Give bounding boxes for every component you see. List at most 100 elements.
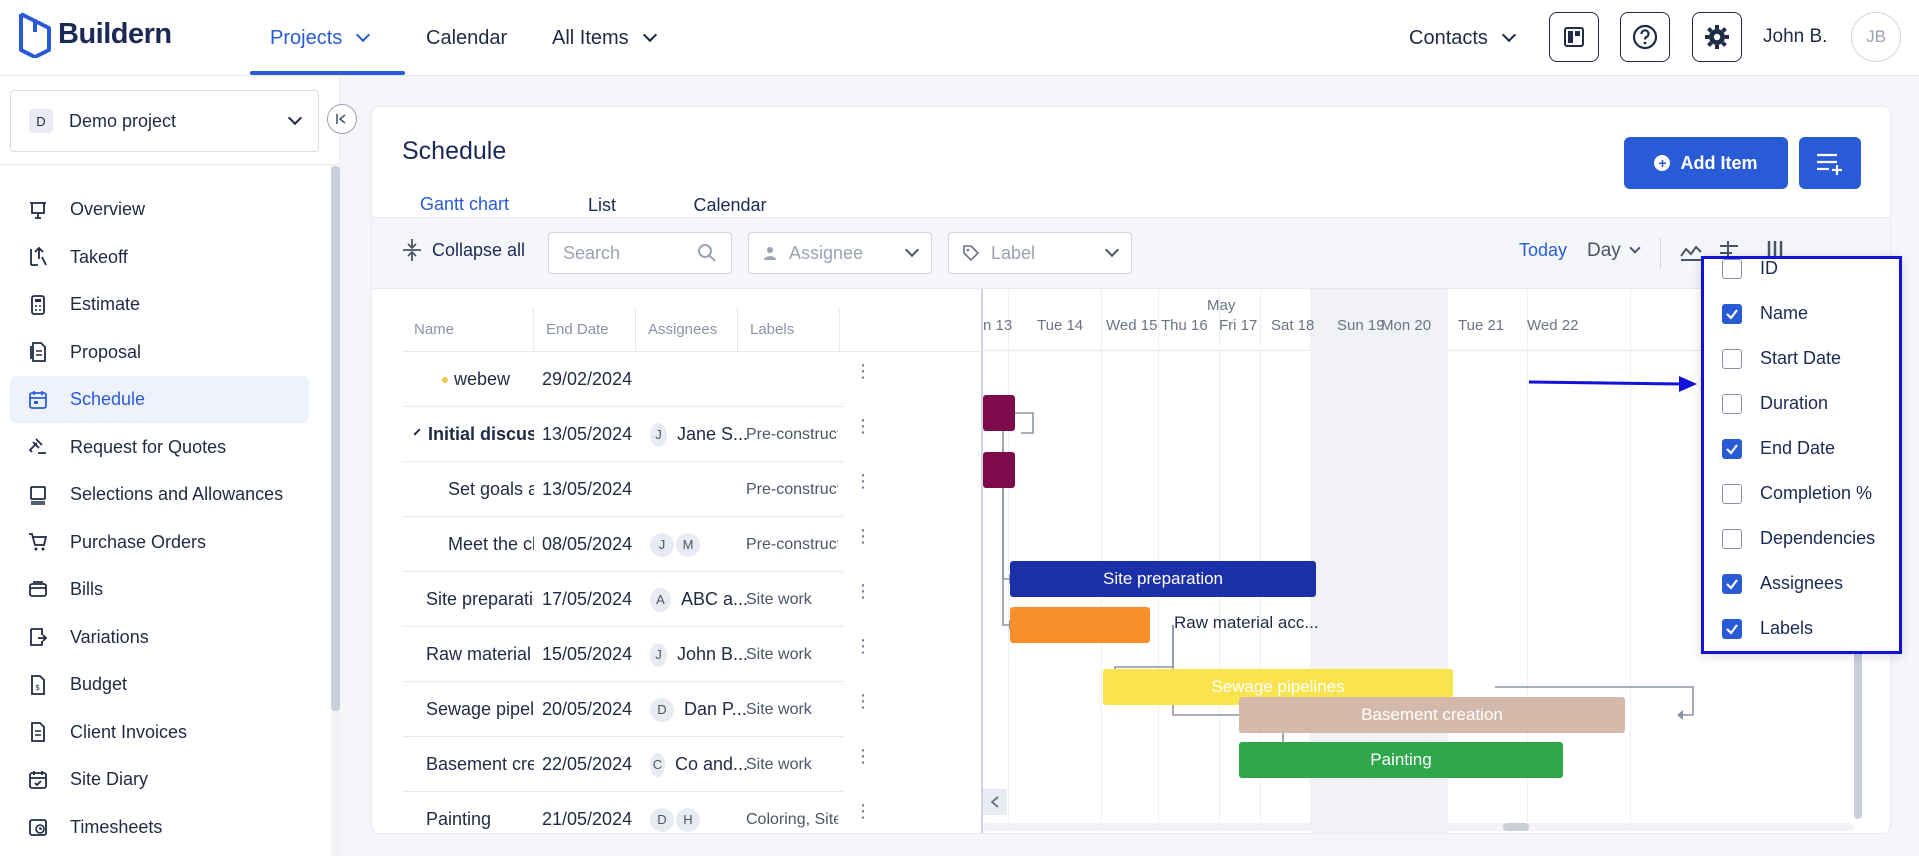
checkbox-unchecked-icon[interactable] (1722, 348, 1742, 369)
checkbox-unchecked-icon[interactable] (1722, 259, 1742, 279)
sidebar-item-schedule[interactable]: Schedule (10, 376, 309, 423)
settings-button[interactable] (1692, 12, 1742, 62)
task-name-text: Meet the cli... (448, 534, 534, 554)
checkbox-checked-icon[interactable] (1722, 573, 1742, 594)
task-name[interactable]: Set goals a... (442, 462, 534, 517)
task-name[interactable]: webew (442, 352, 534, 407)
nav-calendar[interactable]: Calendar (426, 0, 507, 76)
task-name[interactable]: Site preparation (426, 572, 534, 627)
search-input[interactable]: Search (548, 232, 732, 274)
task-name[interactable]: Meet the cli... (442, 517, 534, 572)
baseline-icon[interactable] (1680, 244, 1702, 262)
project-selector[interactable]: D Demo project (10, 90, 319, 152)
collapse-all-button[interactable]: Collapse all (402, 238, 525, 262)
task-name-text: Initial discussi... (428, 424, 534, 444)
checkbox-checked-icon[interactable] (1722, 438, 1742, 459)
column-option-labels[interactable]: Labels (1722, 618, 1813, 639)
sidebar-item-overview[interactable]: Overview (10, 186, 309, 233)
column-header-end-date[interactable]: End Date (534, 307, 636, 351)
checkbox-unchecked-icon[interactable] (1722, 528, 1742, 549)
column-option-assignees[interactable]: Assignees (1722, 573, 1843, 594)
cart-icon (28, 532, 48, 552)
table-row[interactable]: Meet the cli...08/05/2024JMPre-construct… (402, 517, 872, 572)
gantt-horizontal-scroll-thumb[interactable] (1503, 823, 1529, 831)
user-name[interactable]: John B. (1763, 26, 1827, 48)
column-option-completion[interactable]: Completion % (1722, 483, 1872, 504)
table-row[interactable]: Sewage pipeli... 20/05/2024 D Dan P...Site … (402, 682, 872, 737)
sidebar-item-label: Site Diary (70, 769, 149, 789)
chevron-down-icon[interactable] (414, 428, 421, 436)
checkbox-checked-icon[interactable] (1722, 618, 1742, 639)
column-option-label: Dependencies (1760, 528, 1876, 548)
help-button[interactable] (1620, 12, 1670, 62)
app-logo[interactable]: Buildern (18, 8, 172, 60)
task-labels: Site work (746, 590, 812, 608)
column-option-start-date[interactable]: Start Date (1722, 348, 1841, 369)
task-end-date: 08/05/2024 (542, 534, 633, 554)
gantt-bar[interactable] (1010, 607, 1150, 643)
add-list-button[interactable] (1799, 137, 1861, 189)
sidebar-item-estimate[interactable]: Estimate (10, 281, 309, 328)
table-row[interactable]: Initial discussi... 13/05/2024 J Jane S...P… (402, 407, 872, 462)
sidebar-item-selections-and-allowances[interactable]: Selections and Allowances (10, 471, 309, 518)
task-name[interactable]: Painting (426, 792, 534, 833)
add-item-button[interactable]: + Add Item (1624, 137, 1788, 189)
sidebar-item-budget[interactable]: $ Budget (10, 661, 309, 708)
checkbox-unchecked-icon[interactable] (1722, 483, 1742, 504)
gantt-bar[interactable]: Site preparation (1010, 561, 1316, 597)
sidebar-item-client-invoices[interactable]: Client Invoices (10, 709, 309, 756)
column-header-assignees[interactable]: Assignees (636, 307, 738, 351)
tag-icon (963, 245, 979, 261)
today-button[interactable]: Today (1519, 240, 1567, 261)
gantt-bar[interactable]: Basement creation (1239, 697, 1625, 733)
column-header-labels[interactable]: Labels (738, 307, 840, 351)
task-name-text: Set goals a... (448, 479, 534, 499)
sidebar-item-takeoff[interactable]: Takeoff (10, 234, 309, 281)
nav-all-items[interactable]: All Items (552, 0, 657, 76)
task-assignees: J Jane S... (650, 407, 748, 462)
table-row[interactable]: Basement cre... 22/05/2024 C Co and...Site … (402, 737, 872, 792)
assignee-placeholder: Assignee (789, 242, 864, 263)
sidebar-item-site-diary[interactable]: Site Diary (10, 756, 309, 803)
avatar[interactable]: JB (1851, 12, 1901, 62)
sidebar: D Demo project Overview Takeoff Estimate Pr… (0, 76, 340, 856)
chevron-down-icon (904, 242, 920, 258)
gantt-scroll-left-button[interactable] (983, 789, 1007, 815)
table-row[interactable]: Site preparation 17/05/2024 A ABC a...Site … (402, 572, 872, 627)
checkbox-checked-icon[interactable] (1722, 303, 1742, 324)
view-scale-select[interactable]: Day (1587, 240, 1641, 262)
sidebar-item-timesheets[interactable]: Timesheets (10, 804, 309, 851)
sidebar-item-purchase-orders[interactable]: Purchase Orders (10, 519, 309, 566)
table-row[interactable]: webew 29/02/2024 ⋮ (402, 352, 872, 407)
table-row[interactable]: Painting21/05/2024DHColoring, Site...⋮ (402, 792, 872, 833)
column-option-end-date[interactable]: End Date (1722, 438, 1835, 459)
gantt-bar[interactable]: Painting (1239, 742, 1563, 778)
sidebar-item-variations[interactable]: Variations (10, 614, 309, 661)
column-header-name[interactable]: Name (402, 307, 534, 351)
task-name[interactable]: Initial discussi... (414, 407, 534, 462)
task-name[interactable]: Raw material ... (426, 627, 534, 682)
assignee-avatar: C (650, 752, 665, 777)
gantt-bar[interactable] (983, 452, 1015, 488)
nav-contacts[interactable]: Contacts (1409, 0, 1517, 76)
dashboard-button[interactable] (1549, 12, 1599, 62)
nav-projects[interactable]: Projects (270, 0, 371, 76)
table-row[interactable]: Set goals a... 13/05/2024 Pre-construct...… (402, 462, 872, 517)
column-option-duration[interactable]: Duration (1722, 393, 1828, 414)
sidebar-item-request-for-quotes[interactable]: Request for Quotes (10, 424, 309, 471)
checkbox-unchecked-icon[interactable] (1722, 393, 1742, 414)
sidebar-scroll-thumb[interactable] (331, 166, 340, 711)
sidebar-item-bills[interactable]: Bills (10, 566, 309, 613)
collapse-sidebar-button[interactable] (327, 104, 357, 134)
column-option-name[interactable]: Name (1722, 303, 1808, 324)
task-name[interactable]: Sewage pipeli... (426, 682, 534, 737)
gantt-bar[interactable] (983, 395, 1015, 431)
gantt-horizontal-scrollbar[interactable] (983, 823, 1854, 831)
assignee-select[interactable]: Assignee (748, 232, 932, 274)
task-name[interactable]: Basement cre... (426, 737, 534, 792)
column-option-id[interactable]: ID (1722, 259, 1778, 279)
table-row[interactable]: Raw material ... 15/05/2024 J John B...Site… (402, 627, 872, 682)
column-option-dependencies[interactable]: Dependencies (1722, 528, 1875, 549)
sidebar-item-proposal[interactable]: Proposal (10, 329, 309, 376)
label-select[interactable]: Label (948, 232, 1132, 274)
